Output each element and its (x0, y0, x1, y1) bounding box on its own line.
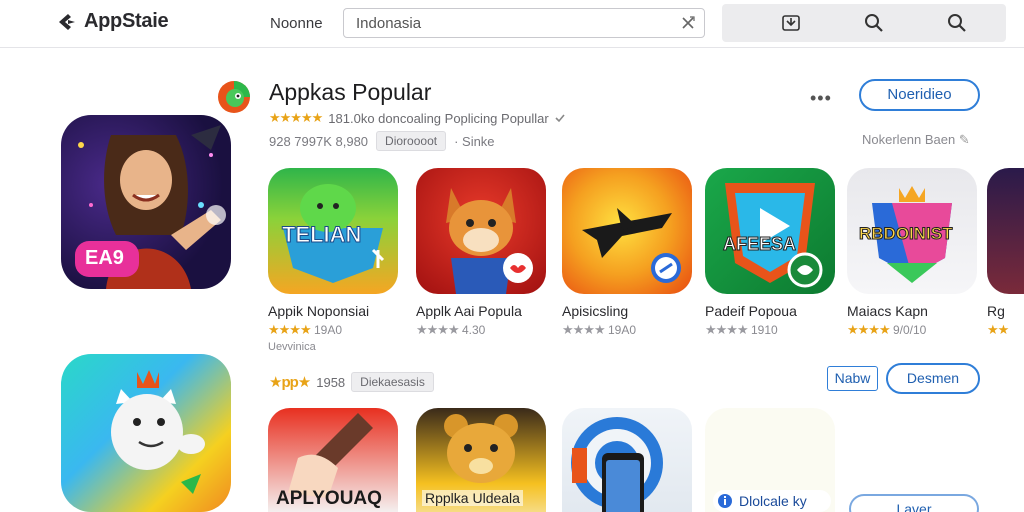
app-rating: ★★★★ 9/0/10 (847, 322, 977, 338)
verified-check-icon (555, 114, 565, 123)
rating-stars: ★★★★★ (269, 110, 323, 125)
app-rating: ★★★★ 4.30 (416, 322, 546, 338)
category-chip[interactable]: Dioroooot (376, 131, 447, 151)
side-note-text: Nokerlenn Baen (862, 132, 956, 147)
app-icon-text: Rpplka Uldeala (422, 490, 523, 506)
app-name: Applk Aai Popula (416, 303, 522, 319)
app-rating-value: 9/0/10 (892, 323, 927, 337)
app-subtitle: Uevvinica (268, 341, 316, 353)
search-field[interactable]: Indonasia (343, 8, 705, 38)
app-card[interactable]: TELIAN Appik Noponsiai ★★★★ 19A0 Uevvini… (268, 168, 398, 353)
nav-home-link[interactable]: Noonne (270, 15, 323, 32)
clear-search-icon[interactable] (680, 15, 696, 31)
top-bar: AppStaie Noonne Indonasia (0, 0, 1024, 48)
search-input-value[interactable]: Indonasia (356, 15, 421, 32)
app-card[interactable]: APLYOUAQ (268, 408, 398, 512)
rating-text: 181.0ko doncoaling Poplicing Popullar (328, 110, 549, 126)
primary-action-button[interactable]: Noeridieo (859, 79, 980, 111)
search-icon-secondary[interactable] (947, 13, 967, 33)
app-stars: ★★★★ (268, 322, 312, 337)
rating-stars: ★pp★ (269, 374, 311, 391)
section-avatar-icon (218, 81, 250, 113)
app-icon-text: TELIAN (281, 222, 362, 248)
app-icon-text: APLYOUAQ (276, 488, 382, 509)
rating-text: 1958 (316, 374, 346, 390)
section2-action-button[interactable]: Desmen (886, 363, 980, 394)
app-stars: ★★★★ (705, 322, 749, 337)
app-icon[interactable]: TELIAN (268, 168, 398, 294)
app-icon[interactable]: RBDOINIST (847, 168, 977, 294)
app-name: Maiacs Kapn (847, 303, 928, 319)
inline-label-text: Dlolcale ky (739, 493, 807, 509)
app-card[interactable]: Rg ★★ (987, 168, 1024, 338)
app-stars: ★★★★ (562, 322, 606, 337)
featured-badge-text: EA9 (85, 247, 124, 269)
app-name: Appik Noponsiai (268, 303, 370, 319)
app-card[interactable] (562, 408, 692, 512)
app-icon[interactable] (562, 168, 692, 294)
app-card[interactable]: Applk Aai Popula ★★★★ 4.30 (416, 168, 546, 338)
section-meta: 928 7997K 8,980 Dioroooot · Sinke (269, 131, 495, 151)
app-rating: ★★★★ 19A0 (268, 322, 398, 338)
app-stars: ★★★★ (416, 322, 460, 337)
app-name: Apisicsling (562, 303, 629, 319)
app-icon-text: AFEESA (722, 234, 797, 255)
app-icon[interactable] (987, 168, 1024, 294)
app-card[interactable]: Rpplka Uldeala (416, 408, 546, 512)
fox-illustration (446, 188, 533, 294)
section2-rating: ★pp★ 1958 Diekaesasis (269, 372, 434, 392)
info-icon (718, 494, 732, 508)
app-icon[interactable] (416, 168, 546, 294)
app-rating-value: 19A0 (313, 323, 342, 337)
more-options-icon[interactable]: ••• (810, 88, 832, 109)
play-shield-illustration (725, 183, 823, 288)
app-icon[interactable]: AFEESA (705, 168, 835, 294)
unicorn-illustration (111, 370, 205, 494)
app-stars: ★★ (987, 322, 1009, 337)
edit-icon: ✎ (958, 132, 970, 147)
section-title: Appkas Popular (269, 79, 432, 105)
featured-app-icon[interactable]: EA9 (61, 115, 231, 289)
app-rating-value: 4.30 (461, 323, 486, 337)
inline-label: Dlolcale ky (713, 490, 831, 512)
phone-target-illustration (571, 417, 663, 512)
side-note[interactable]: Nokerlenn Baen ✎ (862, 132, 970, 148)
app-icon[interactable]: Dlolcale ky (705, 408, 835, 512)
category-chip[interactable]: Diekaesasis (351, 372, 434, 392)
download-icon[interactable] (781, 13, 801, 33)
app-card[interactable]: Dlolcale ky (705, 408, 835, 512)
app-rating-value: 1910 (750, 323, 778, 337)
meta-count: 928 7997K 8,980 (269, 133, 369, 149)
appstore-logo-icon (59, 13, 75, 30)
app-rating-value: 19A0 (607, 323, 636, 337)
app-rating: ★★ (987, 322, 1024, 338)
app-rating: ★★★★ 19A0 (562, 322, 692, 338)
app-logo[interactable]: AppStaie (56, 10, 169, 33)
app-icon-text: RBDOINIST (859, 224, 953, 244)
app-card[interactable]: RBDOINIST Maiacs Kapn ★★★★ 9/0/10 (847, 168, 977, 338)
airplane-illustration (582, 208, 681, 283)
toolbar (722, 4, 1006, 42)
app-icon[interactable] (562, 408, 692, 512)
featured-app-icon-2[interactable] (61, 354, 231, 512)
meta-extra: · Sinke (454, 133, 495, 149)
secondary-button[interactable]: Nabw (827, 366, 878, 391)
app-card[interactable]: Apisicsling ★★★★ 19A0 (562, 168, 692, 338)
search-icon[interactable] (864, 13, 884, 33)
app-title: AppStaie (84, 10, 169, 32)
section-rating: ★★★★★ 181.0ko doncoaling Poplicing Popul… (269, 110, 565, 126)
app-card[interactable]: AFEESA Padeif Popoua ★★★★ 1910 (705, 168, 835, 338)
app-rating: ★★★★ 1910 (705, 322, 835, 338)
app-icon[interactable]: APLYOUAQ (268, 408, 398, 512)
app-name: Rg (987, 303, 1005, 319)
app-name: Padeif Popoua (705, 303, 797, 319)
app-icon[interactable]: Rpplka Uldeala (416, 408, 546, 512)
bottom-action-button[interactable]: Laver (849, 494, 979, 512)
app-stars: ★★★★ (847, 322, 891, 337)
